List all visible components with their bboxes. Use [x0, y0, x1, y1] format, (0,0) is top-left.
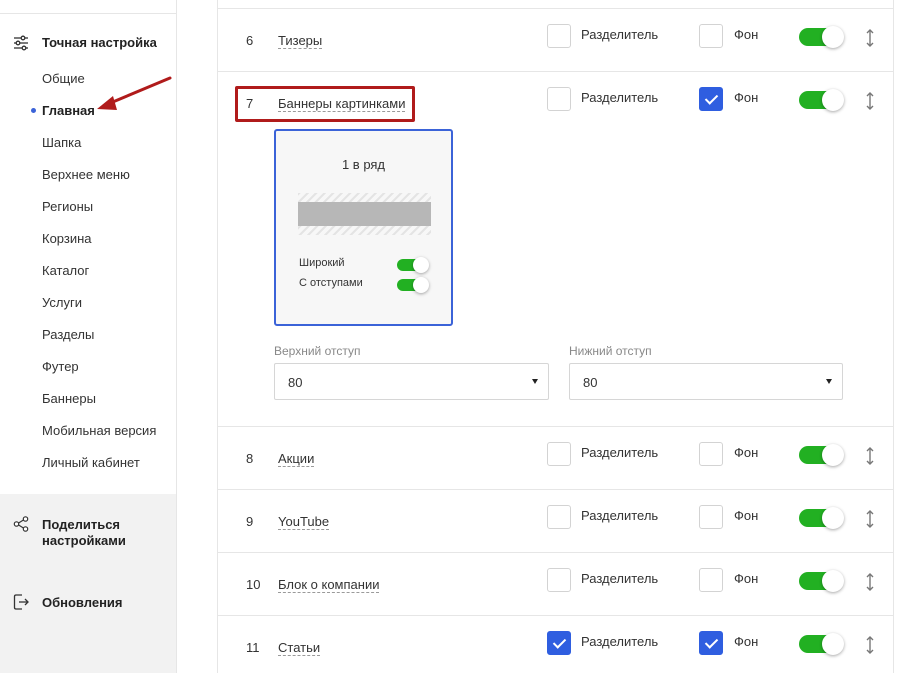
divider-label: Разделитель — [581, 445, 659, 460]
highlight-frame — [235, 86, 415, 122]
drag-handle-icon[interactable] — [865, 572, 875, 592]
enable-toggle[interactable] — [799, 507, 844, 529]
sidebar-top-divider — [0, 0, 176, 14]
background-label: Фон — [734, 90, 759, 105]
row-number: 10 — [246, 577, 261, 592]
drag-handle-icon[interactable] — [865, 446, 875, 466]
wide-option-label: Широкий — [299, 257, 345, 269]
row-name[interactable]: Блок о компании — [278, 577, 380, 593]
divider-checkbox[interactable] — [547, 631, 571, 655]
divider-checkbox[interactable] — [547, 442, 571, 466]
share-icon — [13, 516, 29, 532]
divider-label: Разделитель — [581, 90, 659, 105]
bottom-padding-value: 80 — [583, 375, 598, 390]
sidebar-item-catalog[interactable]: Каталог — [42, 263, 89, 279]
sidebar-item-sections[interactable]: Разделы — [42, 327, 94, 343]
row-number: 6 — [246, 33, 254, 48]
sidebar-item-banners[interactable]: Баннеры — [42, 391, 96, 407]
background-label: Фон — [734, 508, 759, 523]
row-name[interactable]: YouTube — [278, 514, 330, 530]
active-item-dot — [31, 108, 36, 113]
divider-checkbox[interactable] — [547, 505, 571, 529]
sidebar-item-top-menu[interactable]: Верхнее меню — [42, 167, 130, 183]
share-settings-title: Поделиться настройками — [42, 517, 126, 548]
background-label: Фон — [734, 445, 759, 460]
background-checkbox[interactable] — [699, 505, 723, 529]
layout-option-card[interactable]: 1 в ряд Широкий С отступами — [274, 129, 453, 326]
sidebar-item-services[interactable]: Услуги — [42, 295, 82, 311]
sliders-icon — [14, 35, 28, 51]
top-padding-value: 80 — [288, 375, 303, 390]
updates-title: Обновления — [42, 595, 123, 610]
list-item: 6 Тизеры Разделитель Фон — [218, 9, 893, 72]
drag-handle-icon[interactable] — [865, 28, 875, 48]
layout-card-title: 1 в ряд — [341, 157, 386, 172]
divider-label: Разделитель — [581, 634, 659, 649]
row-name[interactable]: Статьи — [278, 640, 321, 656]
row-number: 11 — [246, 640, 260, 655]
padding-toggle[interactable] — [397, 277, 429, 293]
enable-toggle[interactable] — [799, 26, 844, 48]
background-label: Фон — [734, 27, 759, 42]
enable-toggle[interactable] — [799, 570, 844, 592]
sidebar: Точная настройка Общие Главная Шапка Вер… — [0, 0, 177, 673]
drag-handle-icon[interactable] — [865, 635, 875, 655]
drag-handle-icon[interactable] — [865, 91, 875, 111]
sidebar-item-account[interactable]: Личный кабинет — [42, 455, 140, 471]
list-item: 10 Блок о компании Разделитель Фон — [218, 553, 893, 616]
sidebar-item-mobile[interactable]: Мобильная версия — [42, 423, 156, 439]
enable-toggle[interactable] — [799, 633, 844, 655]
enable-toggle[interactable] — [799, 89, 844, 111]
divider-label: Разделитель — [581, 571, 659, 586]
bottom-padding-label: Нижний отступ — [569, 344, 652, 358]
background-checkbox[interactable] — [699, 568, 723, 592]
list-item: 11 Статьи Разделитель Фон — [218, 616, 893, 679]
divider-checkbox[interactable] — [547, 24, 571, 48]
fine-tuning-title: Точная настройка — [42, 35, 157, 50]
row-name[interactable]: Акции — [278, 451, 315, 467]
divider-checkbox[interactable] — [547, 568, 571, 592]
top-padding-select[interactable]: 80 — [274, 363, 549, 400]
wide-toggle[interactable] — [397, 257, 429, 273]
chevron-down-icon — [532, 379, 538, 384]
divider-label: Разделитель — [581, 27, 659, 42]
chevron-down-icon — [826, 379, 832, 384]
sidebar-item-main[interactable]: Главная — [42, 103, 95, 119]
list-item: 8 Акции Разделитель Фон — [218, 427, 893, 490]
background-checkbox[interactable] — [699, 442, 723, 466]
list-item: 9 YouTube Разделитель Фон — [218, 490, 893, 553]
background-checkbox[interactable] — [699, 631, 723, 655]
row-name[interactable]: Тизеры — [278, 33, 323, 49]
list-top-edge — [218, 0, 893, 9]
sidebar-item-cart[interactable]: Корзина — [42, 231, 92, 247]
row-number: 8 — [246, 451, 254, 466]
enable-toggle[interactable] — [799, 444, 844, 466]
background-checkbox[interactable] — [699, 87, 723, 111]
background-checkbox[interactable] — [699, 24, 723, 48]
sidebar-item-header[interactable]: Шапка — [42, 135, 81, 151]
banner-preview — [298, 202, 431, 226]
drag-handle-icon[interactable] — [865, 509, 875, 529]
row-number: 9 — [246, 514, 254, 529]
padding-option-label: С отступами — [299, 277, 363, 289]
top-padding-label: Верхний отступ — [274, 344, 361, 358]
sidebar-item-footer[interactable]: Футер — [42, 359, 79, 375]
divider-label: Разделитель — [581, 508, 659, 523]
sidebar-item-general[interactable]: Общие — [42, 71, 85, 87]
background-label: Фон — [734, 634, 759, 649]
bottom-padding-select[interactable]: 80 — [569, 363, 843, 400]
divider-checkbox[interactable] — [547, 87, 571, 111]
background-label: Фон — [734, 571, 759, 586]
logout-icon — [13, 594, 29, 610]
sidebar-item-regions[interactable]: Регионы — [42, 199, 93, 215]
